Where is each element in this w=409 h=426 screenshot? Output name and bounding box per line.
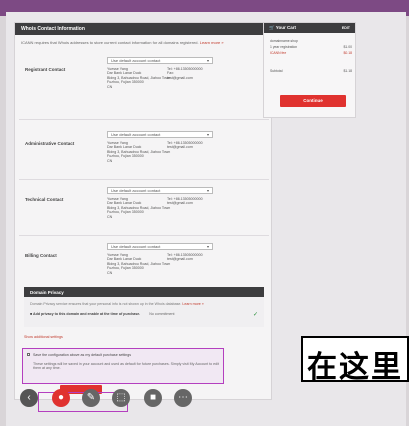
default-settings-label: Save the configuration above as my defau… [33,353,132,357]
cart-item-price: $0.18 [343,51,353,55]
whois-title: Whois Contact Information [15,23,271,35]
record-icon[interactable]: ● [52,389,70,407]
contact-select[interactable]: Use default account contact ▾ [107,57,213,64]
caption-text: 在这里 [307,350,403,385]
cart-item-name: domainname.shop [270,39,298,43]
checkbox-icon [27,353,30,356]
contact-email: test@gmail.com [167,201,193,206]
cart-item-name: ICANN fee [270,51,287,55]
contact-registrant: Registrant Contact Use default account c… [15,57,271,115]
back-icon[interactable]: ‹ [20,389,38,407]
default-settings-option[interactable]: Save the configuration above as my defau… [22,348,224,384]
privacy-title: Domain Privacy [24,287,264,297]
contact-address: Yuesse Yang Dar Bank Lanar Duck Bldng 3, B… [107,141,170,163]
contact-address: Yuesse Yang Dar Bank Lanar Duck Bldng 3, B… [107,253,170,275]
privacy-checkbox-label: Add privacy to this domain and enable at… [33,312,141,316]
contact-label: Administrative Contact [25,141,75,146]
privacy-checkbox[interactable]: ■ Add privacy to this domain and enable … [30,312,174,316]
contact-administrative: Administrative Contact Use default accou… [15,131,271,189]
pen-icon[interactable]: ✎ [82,389,100,407]
privacy-panel: Domain Privacy service ensures that your… [24,297,264,327]
contact-country: CN [107,214,113,219]
cart-panel: 🛒 Your Cart EDIT domainname.shop 1 year … [263,22,356,118]
contact-select[interactable]: Use default account contact ▾ [107,243,213,250]
contact-phone-email: Tel: +86.13505000000 test@gmail.com [167,197,203,206]
cart-icon: 🛒 [269,25,275,30]
privacy-learn-more-link[interactable]: Learn more » [182,302,203,306]
cart-header: 🛒 Your Cart EDIT [264,23,355,33]
cart-subtotal-label: Subtotal [270,69,283,73]
select-icon[interactable]: ⬚ [112,389,130,407]
contact-label: Registrant Contact [25,67,66,72]
cart-item: domainname.shop [270,39,352,43]
contact-address: Yuesse Yang Dar Bank Lanar Duck Bldng 3, B… [107,197,170,219]
cart-item: 1 year registration $1.00 [270,45,352,49]
contact-label: Technical Contact [25,197,64,202]
checkbox-icon: ■ [30,312,33,316]
annotation-toolbar: ‹ ● ✎ ⬚ ■ ⋯ [0,383,409,413]
privacy-description: Domain Privacy service ensures that your… [30,302,182,306]
cart-subtotal-value: $1.18 [343,69,353,73]
chevron-down-icon: ▾ [206,132,209,137]
additional-settings-link[interactable]: Show additional settings [24,335,63,339]
privacy-price: No commitment [149,312,175,316]
contact-select-value: Use default account contact [111,132,161,137]
divider [19,235,269,236]
cart-title: Your Cart [275,25,296,30]
cart-edit-link[interactable]: EDIT [342,26,350,30]
whois-panel: Whois Contact Information ICANN requires… [14,22,272,400]
chevron-down-icon: ▾ [206,244,209,249]
whois-intro: ICANN requires that Whois addresses to s… [15,35,271,47]
contact-select[interactable]: Use default account contact ▾ [107,187,213,194]
contact-select-value: Use default account contact [111,244,161,249]
divider [19,179,269,180]
contact-email: test@gmail.com [167,75,193,80]
contact-email: test@gmail.com [167,257,193,262]
cart-item-price: $1.00 [343,45,353,49]
cart-item: ICANN fee $0.18 [270,51,352,55]
contact-phone-email: Tel: +86.13505000000 Fax: test@gmail.com [167,67,203,80]
contact-country: CN [107,84,113,89]
more-icon[interactable]: ⋯ [174,389,192,407]
whois-intro-text: ICANN requires that Whois addresses to s… [21,40,199,45]
chevron-down-icon: ▾ [206,188,209,193]
continue-button[interactable]: Continue [280,95,346,107]
contact-technical: Technical Contact Use default account co… [15,187,271,245]
contact-country: CN [107,270,113,275]
contact-label: Billing Contact [25,253,57,258]
contact-select-value: Use default account contact [111,188,161,193]
checkmark-icon: ✓ [252,312,258,318]
chevron-down-icon: ▾ [206,58,209,63]
contact-address: Yuesse Yang Dar Bank Lanar Duck Bldng 3, B… [107,67,170,89]
contact-phone-email: Tel: +86.13505000000 test@gmail.com [167,253,203,262]
contact-select[interactable]: Use default account contact ▾ [107,131,213,138]
contact-select-value: Use default account contact [111,58,161,63]
cart-subtotal: Subtotal $1.18 [270,69,352,73]
contact-country: CN [107,158,113,163]
contact-phone-email: Tel: +86.13505000000 test@gmail.com [167,141,203,150]
whois-learn-more-link[interactable]: Learn more » [200,40,224,45]
contact-email: test@gmail.com [167,145,193,150]
divider [19,119,269,120]
default-settings-note: These settings will be saved in your acc… [33,362,219,371]
privacy-text: Domain Privacy service ensures that your… [30,302,250,306]
cart-item-name: 1 year registration [270,45,298,49]
camera-icon[interactable]: ■ [144,389,162,407]
caption-overlay: 在这里 [301,336,409,385]
